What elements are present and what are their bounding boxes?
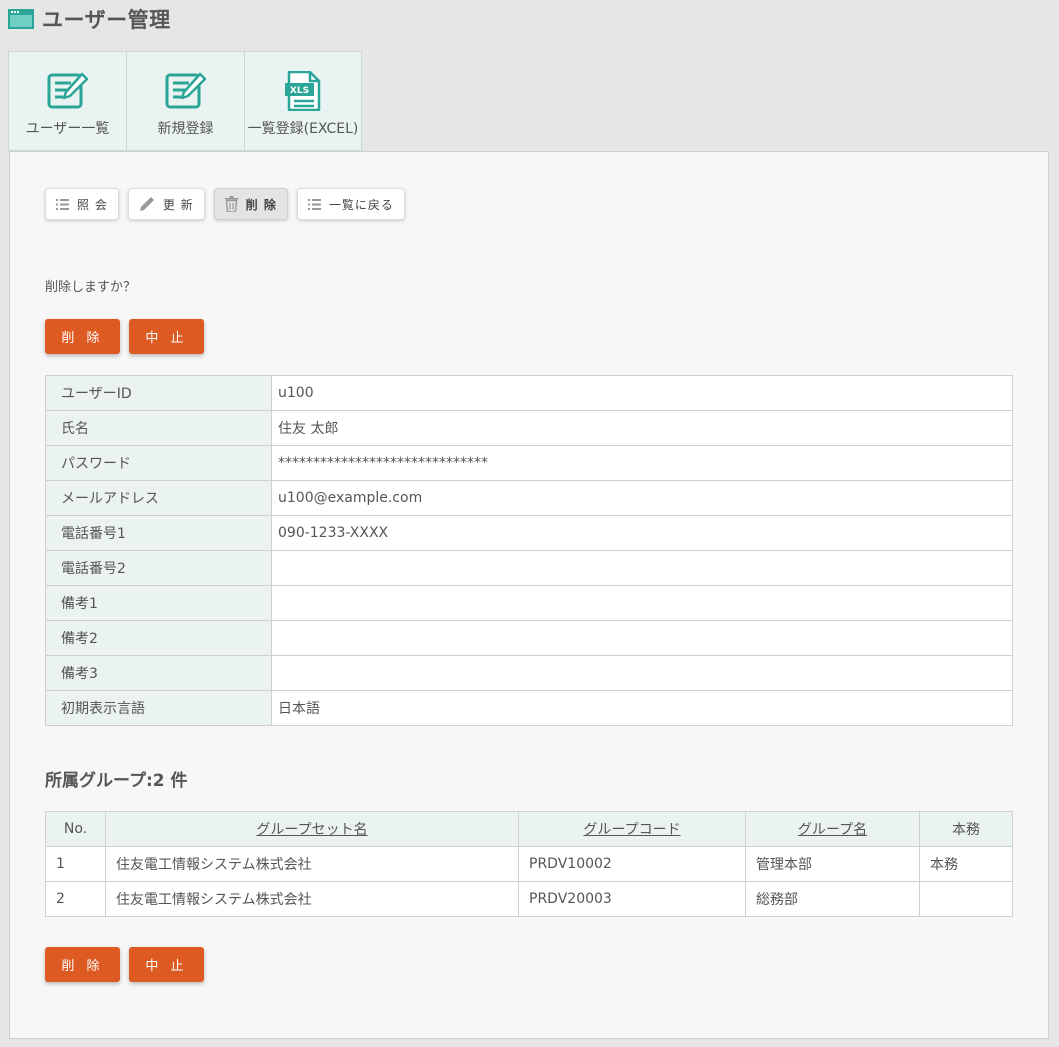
view-button[interactable]: 照 会	[45, 188, 119, 220]
table-row: 初期表示言語 日本語	[45, 690, 1013, 726]
field-value: u100	[271, 375, 1013, 411]
cell-no: 2	[45, 881, 106, 917]
window-icon	[8, 9, 34, 29]
table-row: 備考3	[45, 655, 1013, 691]
field-value	[271, 585, 1013, 621]
cell-group-name: 総務部	[745, 881, 920, 917]
table-row: 電話番号2	[45, 550, 1013, 586]
cell-group-set-name: 住友電工情報システム株式会社	[105, 881, 519, 917]
field-label: 初期表示言語	[45, 690, 272, 726]
field-label: 電話番号2	[45, 550, 272, 586]
table-row: パスワード ******************************	[45, 445, 1013, 481]
tab-user-list[interactable]: ユーザー一覧	[8, 51, 126, 151]
table-row: 2 住友電工情報システム株式会社 PRDV20003 総務部	[45, 881, 1013, 917]
confirm-actions-bottom: 削 除 中 止	[45, 947, 204, 982]
field-value: 090-1233-XXXX	[271, 515, 1013, 551]
back-to-list-button-label: 一覧に戻る	[328, 197, 394, 212]
column-header-primary: 本務	[919, 811, 1013, 847]
xls-file-icon: XLS	[285, 71, 321, 111]
cell-primary	[919, 881, 1013, 917]
update-button-label: 更 新	[162, 197, 194, 212]
table-row: 氏名 住友 太郎	[45, 410, 1013, 446]
field-label: パスワード	[45, 445, 272, 481]
cell-no: 1	[45, 846, 106, 882]
svg-text:XLS: XLS	[290, 86, 309, 96]
column-header-group-name[interactable]: グループ名	[745, 811, 920, 847]
groups-table: No. グループセット名 グループコード グループ名 本務 1 住友電工情報シス…	[45, 811, 1013, 917]
table-header-row: No. グループセット名 グループコード グループ名 本務	[45, 811, 1013, 847]
list-icon	[56, 198, 69, 210]
field-value: 住友 太郎	[271, 410, 1013, 446]
field-value	[271, 550, 1013, 586]
field-label: 氏名	[45, 410, 272, 446]
tab-label: 一覧登録(EXCEL)	[247, 121, 359, 137]
function-tabs: ユーザー一覧 新規登録 XLS 一覧登録(EXCEL)	[8, 51, 362, 151]
content-panel: 照 会 更 新 削 除 一覧に戻る 削除しますか？ 削 除 中 止 ユーザーID…	[9, 151, 1049, 1039]
sort-link[interactable]: グループセット名	[256, 822, 367, 838]
view-button-label: 照 会	[77, 197, 108, 212]
cell-group-code: PRDV10002	[518, 846, 746, 882]
table-row: 電話番号1 090-1233-XXXX	[45, 515, 1013, 551]
field-label: 備考2	[45, 620, 272, 656]
cell-primary: 本務	[919, 846, 1013, 882]
cancel-button[interactable]: 中 止	[129, 319, 204, 354]
tab-label: ユーザー一覧	[25, 121, 110, 137]
column-header-group-set-name[interactable]: グループセット名	[105, 811, 519, 847]
delete-button[interactable]: 削 除	[45, 947, 120, 982]
cell-group-code: PRDV20003	[518, 881, 746, 917]
table-row: 1 住友電工情報システム株式会社 PRDV10002 管理本部 本務	[45, 846, 1013, 882]
list-icon	[307, 198, 321, 210]
page-title: ユーザー管理	[42, 8, 171, 32]
edit-document-icon	[47, 72, 88, 109]
table-row: 備考1	[45, 585, 1013, 621]
page-header: ユーザー管理	[8, 4, 171, 34]
cancel-button[interactable]: 中 止	[129, 947, 204, 982]
table-row: ユーザーID u100	[45, 375, 1013, 411]
delete-tab-button-label: 削 除	[245, 197, 277, 212]
field-value: 日本語	[271, 690, 1013, 726]
edit-document-icon	[165, 72, 206, 109]
field-label: 備考1	[45, 585, 272, 621]
cell-group-name: 管理本部	[745, 846, 920, 882]
groups-section-title: 所属グループ:2 件	[45, 771, 188, 791]
field-value	[271, 655, 1013, 691]
field-value	[271, 620, 1013, 656]
field-label: 備考3	[45, 655, 272, 691]
trash-icon	[224, 196, 238, 212]
column-header-group-code[interactable]: グループコード	[518, 811, 746, 847]
delete-button[interactable]: 削 除	[45, 319, 120, 354]
back-to-list-button[interactable]: 一覧に戻る	[296, 188, 405, 220]
field-label: ユーザーID	[45, 375, 272, 411]
field-value: ******************************	[271, 445, 1013, 481]
confirm-actions-top: 削 除 中 止	[45, 319, 204, 354]
cell-group-set-name: 住友電工情報システム株式会社	[105, 846, 519, 882]
sort-link[interactable]: グループ名	[798, 822, 867, 838]
tab-excel-import[interactable]: XLS 一覧登録(EXCEL)	[244, 51, 362, 151]
sort-link[interactable]: グループコード	[583, 822, 680, 838]
user-detail-table: ユーザーID u100 氏名 住友 太郎 パスワード ****************…	[45, 375, 1013, 726]
tab-new-registration[interactable]: 新規登録	[126, 51, 244, 151]
confirm-message: 削除しますか？	[45, 280, 137, 295]
pencil-icon	[139, 197, 154, 211]
field-value: u100@example.com	[271, 480, 1013, 516]
action-toolbar: 照 会 更 新 削 除 一覧に戻る	[45, 188, 405, 220]
delete-tab-button[interactable]: 削 除	[213, 188, 288, 220]
table-row: 備考2	[45, 620, 1013, 656]
tab-label: 新規登録	[157, 121, 214, 137]
field-label: 電話番号1	[45, 515, 272, 551]
update-button[interactable]: 更 新	[127, 188, 205, 220]
table-row: メールアドレス u100@example.com	[45, 480, 1013, 516]
field-label: メールアドレス	[45, 480, 272, 516]
column-header-no: No.	[45, 811, 106, 847]
